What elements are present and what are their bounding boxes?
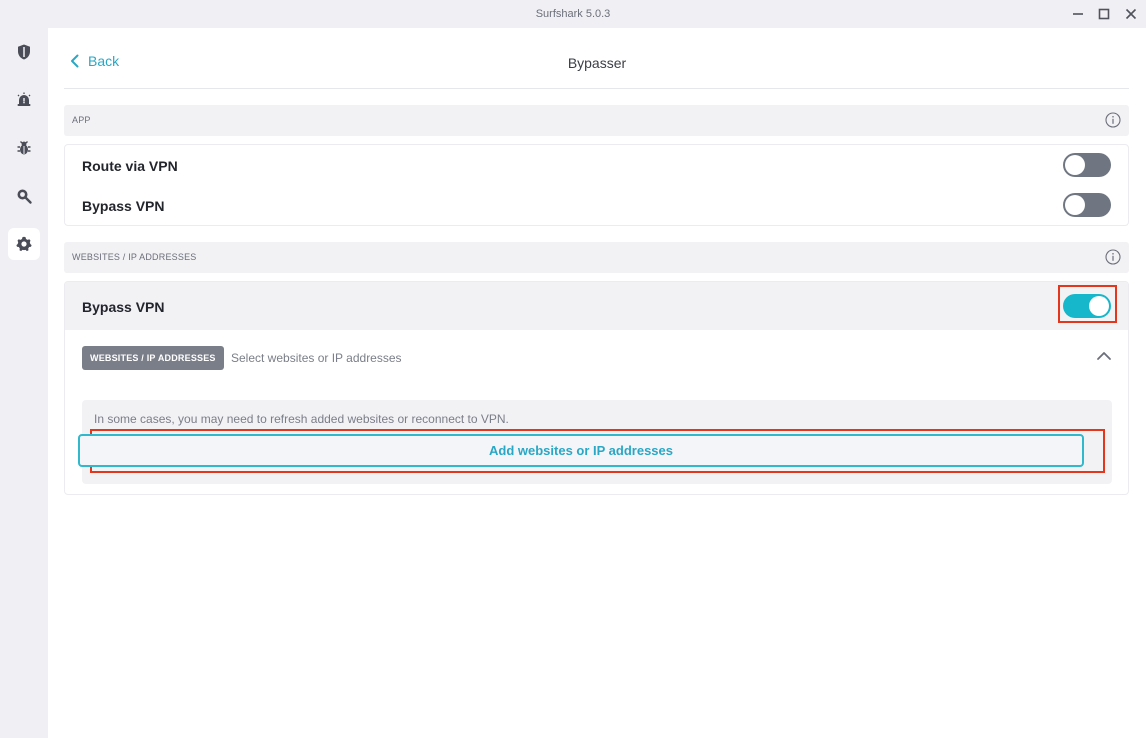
title-bar: Surfshark 5.0.3 xyxy=(0,0,1146,28)
bypass-vpn-row xyxy=(65,282,1128,330)
nav-vpn-button[interactable] xyxy=(8,36,40,68)
websites-bypass-vpn-label: Bypass VPN xyxy=(82,299,165,315)
maximize-icon[interactable] xyxy=(1093,4,1115,24)
header-divider xyxy=(64,88,1129,89)
main-panel: Back Bypasser APP Route via VPN Bypass V… xyxy=(48,28,1146,738)
websites-section-label: WEBSITES / IP ADDRESSES xyxy=(72,252,197,262)
toggle-knob xyxy=(1065,155,1085,175)
app-card: Route via VPN Bypass VPN xyxy=(64,144,1129,226)
nav-search-button[interactable] xyxy=(8,180,40,212)
add-websites-button[interactable]: Add websites or IP addresses xyxy=(78,434,1084,467)
route-via-vpn-label: Route via VPN xyxy=(82,158,178,174)
nav-antivirus-button[interactable] xyxy=(8,132,40,164)
close-icon[interactable] xyxy=(1120,4,1142,24)
shield-icon xyxy=(18,44,30,60)
toggle-knob xyxy=(1065,195,1085,215)
app-bypass-vpn-label: Bypass VPN xyxy=(82,198,165,214)
search-icon xyxy=(17,189,32,204)
sidebar xyxy=(0,28,48,738)
minimize-icon[interactable] xyxy=(1067,4,1089,24)
chip-description: Select websites or IP addresses xyxy=(231,351,402,365)
alert-icon xyxy=(17,92,31,106)
app-bypass-vpn-toggle[interactable] xyxy=(1063,193,1111,217)
app-section-header: APP xyxy=(64,105,1129,136)
route-via-vpn-toggle[interactable] xyxy=(1063,153,1111,177)
websites-chip: WEBSITES / IP ADDRESSES xyxy=(82,346,224,370)
websites-section-header: WEBSITES / IP ADDRESSES xyxy=(64,242,1129,273)
chevron-up-icon[interactable] xyxy=(1096,348,1112,364)
gear-icon xyxy=(16,236,32,252)
info-icon[interactable] xyxy=(1105,112,1121,128)
bug-icon xyxy=(17,141,31,155)
page-title: Bypasser xyxy=(567,55,627,71)
app-section-label: APP xyxy=(72,115,91,125)
info-icon[interactable] xyxy=(1105,249,1121,265)
window-title: Surfshark 5.0.3 xyxy=(535,8,611,20)
nav-settings-button[interactable] xyxy=(8,228,40,260)
toggle-highlight xyxy=(1058,285,1117,323)
nav-alert-button[interactable] xyxy=(8,84,40,116)
notice-text: In some cases, you may need to refresh a… xyxy=(94,412,509,426)
